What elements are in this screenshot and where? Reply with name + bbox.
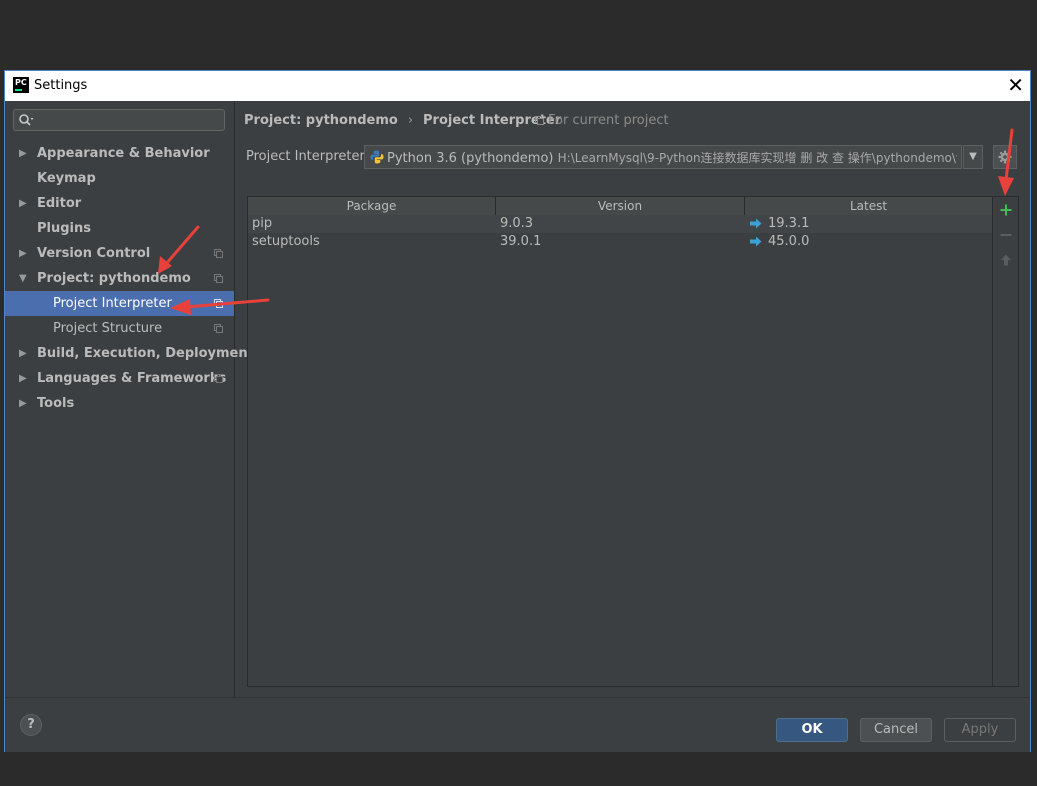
sidebar-item-label: Appearance & Behavior: [37, 146, 210, 161]
sidebar-item-version-control[interactable]: ▶ Version Control: [5, 241, 234, 266]
cell-latest: 45.0.0: [768, 234, 810, 249]
collapse-arrow-icon[interactable]: ▼: [19, 266, 27, 291]
chevron-down-icon: ▼: [969, 151, 977, 162]
expand-arrow-icon[interactable]: ▶: [19, 141, 27, 166]
dialog-footer: ? OK Cancel Apply: [5, 697, 1030, 752]
settings-dialog: PC Settings ✕ ▶ Appearance & Behavior Ke…: [4, 70, 1031, 752]
expand-arrow-icon[interactable]: ▶: [19, 191, 27, 216]
sidebar-item-keymap[interactable]: Keymap: [5, 166, 234, 191]
project-scope-icon: [214, 324, 223, 333]
cell-package: pip: [252, 216, 273, 231]
project-scope-icon: [214, 249, 223, 258]
scope-note: For current project: [535, 113, 669, 128]
gear-icon: [998, 150, 1012, 164]
cell-version: 39.0.1: [500, 234, 542, 249]
sidebar-item-languages-frameworks[interactable]: ▶ Languages & Frameworks: [5, 366, 234, 391]
table-row[interactable]: setuptools 39.0.1 45.0.0: [248, 233, 992, 251]
table-row[interactable]: pip 9.0.3 19.3.1: [248, 215, 992, 233]
interpreter-select[interactable]: Python 3.6 (pythondemo) H:\LearnMysql\9-…: [364, 145, 962, 169]
settings-search-input[interactable]: [13, 109, 225, 131]
project-scope-icon: [214, 374, 223, 383]
breadcrumb-project[interactable]: Project: pythondemo: [244, 113, 398, 128]
settings-content: Project: pythondemo › Project Interpreter …: [235, 101, 1030, 697]
settings-tree: ▶ Appearance & Behavior Keymap ▶ Editor …: [5, 141, 254, 416]
cell-version: 9.0.3: [500, 216, 534, 231]
close-icon[interactable]: ✕: [1007, 73, 1024, 97]
upgrade-arrow-icon: [750, 236, 762, 247]
project-scope-icon: [214, 274, 223, 283]
column-header-package[interactable]: Package: [248, 197, 496, 215]
expand-arrow-icon[interactable]: ▶: [19, 341, 27, 366]
apply-button[interactable]: Apply: [944, 718, 1016, 742]
window-title: Settings: [34, 78, 88, 93]
title-bar: PC Settings ✕: [5, 71, 1030, 101]
sidebar-item-tools[interactable]: ▶ Tools: [5, 391, 234, 416]
ok-button[interactable]: OK: [776, 718, 848, 742]
sidebar-item-label: Project Interpreter: [53, 296, 172, 311]
package-actions-toolbar: [993, 196, 1019, 687]
upgrade-package-icon[interactable]: [999, 253, 1013, 267]
pycharm-logo-icon: PC: [13, 77, 29, 93]
help-button[interactable]: ?: [20, 714, 42, 736]
search-icon: [19, 114, 34, 126]
table-header: Package Version Latest: [248, 197, 992, 216]
project-scope-icon: [535, 116, 544, 125]
expand-arrow-icon[interactable]: ▶: [19, 241, 27, 266]
breadcrumb: Project: pythondemo › Project Interpreter: [244, 113, 561, 128]
column-header-version[interactable]: Version: [496, 197, 745, 215]
packages-table: Package Version Latest pip 9.0.3 19.3.1 …: [247, 196, 993, 687]
interpreter-dropdown-button[interactable]: ▼: [963, 145, 983, 169]
sidebar-item-editor[interactable]: ▶ Editor: [5, 191, 234, 216]
column-header-latest[interactable]: Latest: [745, 197, 992, 215]
interpreter-path: H:\LearnMysql\9-Python连接数据库实现增 删 改 查 操作\…: [557, 151, 957, 165]
sidebar-item-label: Keymap: [37, 171, 96, 186]
sidebar-item-label: Build, Execution, Deployment: [37, 346, 254, 361]
sidebar-item-label: Plugins: [37, 221, 91, 236]
project-scope-icon: [214, 299, 223, 308]
sidebar-item-label: Tools: [37, 396, 75, 411]
expand-arrow-icon[interactable]: ▶: [19, 391, 27, 416]
upgrade-arrow-icon: [750, 218, 762, 229]
sidebar-item-plugins[interactable]: Plugins: [5, 216, 234, 241]
sidebar-item-label: Languages & Frameworks: [37, 371, 227, 386]
sidebar-item-project-structure[interactable]: Project Structure: [5, 316, 234, 341]
sidebar-item-label: Project Structure: [53, 321, 163, 336]
interpreter-name: Python 3.6 (pythondemo): [387, 151, 554, 166]
python-icon: [370, 150, 384, 164]
sidebar-item-project-pythondemo[interactable]: ▼ Project: pythondemo: [5, 266, 234, 291]
add-package-icon[interactable]: [999, 203, 1013, 217]
interpreter-value: Python 3.6 (pythondemo) H:\LearnMysql\9-…: [387, 149, 957, 166]
scope-note-text: For current project: [548, 113, 669, 128]
sidebar-item-label: Project: pythondemo: [37, 271, 191, 286]
sidebar-item-build-execution-deployment[interactable]: ▶ Build, Execution, Deployment: [5, 341, 254, 366]
interpreter-label: Project Interpreter:: [246, 149, 370, 164]
settings-sidebar: ▶ Appearance & Behavior Keymap ▶ Editor …: [5, 101, 254, 697]
cancel-button[interactable]: Cancel: [860, 718, 932, 742]
remove-package-icon[interactable]: [999, 228, 1013, 242]
interpreter-settings-button[interactable]: [993, 145, 1017, 169]
breadcrumb-separator: ›: [407, 113, 414, 128]
sidebar-item-project-interpreter[interactable]: Project Interpreter: [5, 291, 234, 316]
cell-package: setuptools: [252, 234, 320, 249]
expand-arrow-icon[interactable]: ▶: [19, 366, 27, 391]
sidebar-item-label: Version Control: [37, 246, 151, 261]
cell-latest: 19.3.1: [768, 216, 810, 231]
sidebar-item-label: Editor: [37, 196, 82, 211]
sidebar-item-appearance-behavior[interactable]: ▶ Appearance & Behavior: [5, 141, 234, 166]
